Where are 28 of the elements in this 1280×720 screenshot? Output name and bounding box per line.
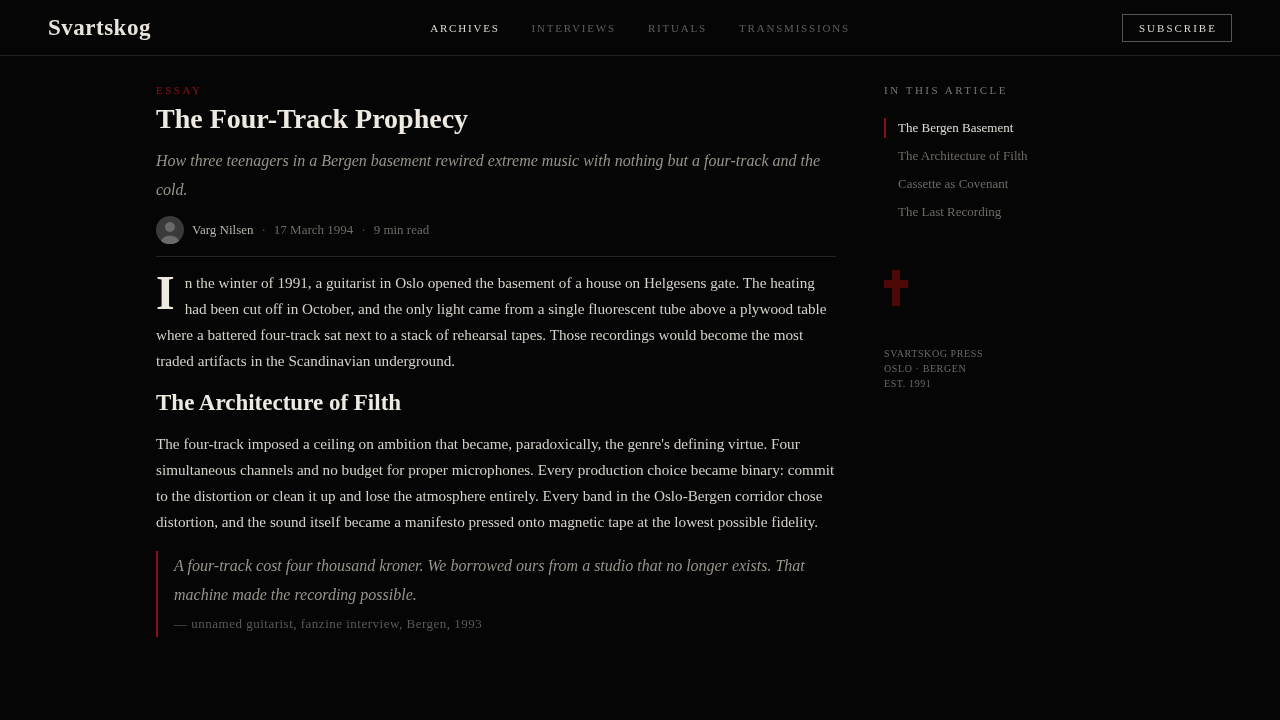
colophon-text: OSLO · BERGEN [884, 362, 968, 376]
nav-tab[interactable]: ARCHIVES [430, 21, 500, 34]
author-name: Varg Nilsen [192, 222, 254, 238]
nav-tab[interactable]: RITUALS [647, 21, 707, 34]
category-label: ESSAY [156, 83, 204, 97]
article-subtitle: How three teenagers in a Bergen basement rewired extreme music with nothing but a four-track and the cold. [156, 151, 822, 200]
colophon-text: SVARTSKOG PRESS [884, 347, 984, 361]
section-heading: The Architecture of Filth [156, 389, 403, 417]
toc-link[interactable]: The Bergen Basement [884, 118, 1028, 138]
quote-attribution: — unnamed guitarist, fanzine interview, Bergen, 1993 [174, 615, 484, 633]
body-paragraph: The four-track imposed a ceiling on ambition that became, paradoxically, the genre's defining virtue. Four simultaneous channels and no budget for proper microphones. Every production choice became binary: commit to the distortion or clean it up and lose the atmosphere entirely. Every band in the Oslo-Bergen corridor chose distortion, and the sound itself became a manifesto pressed onto magnetic tape at the lowest possible fidelity. [156, 434, 836, 532]
meta-separator: · [361, 222, 366, 238]
cross-icon [884, 270, 908, 306]
meta-text: 9 min read [373, 222, 430, 238]
meta-separator: · [261, 222, 266, 238]
nav-tab[interactable]: INTERVIEWS [531, 21, 616, 34]
article-title: The Four-Track Prophecy [156, 102, 470, 136]
toc-link[interactable]: The Architecture of Filth [884, 146, 1028, 166]
toc-link[interactable]: Cassette as Covenant [884, 174, 1028, 194]
nav-tab[interactable]: TRANSMISSIONS [739, 21, 850, 34]
subscribe-button[interactable]: SUBSCRIBE [1122, 13, 1232, 42]
meta-text: 17 March 1994 [273, 222, 354, 238]
toc-heading: IN THIS ARTICLE [884, 83, 1009, 97]
avatar-icon [156, 216, 184, 244]
toc-link[interactable]: The Last Recording [884, 202, 1028, 222]
quote-text: A four-track cost four thousand kroner. We borrowed ours from a studio that no longer exists. That machine made the recording possible. [174, 556, 806, 606]
colophon-text: EST. 1991 [884, 377, 933, 391]
site-logo[interactable]: Svartskog [48, 14, 151, 41]
